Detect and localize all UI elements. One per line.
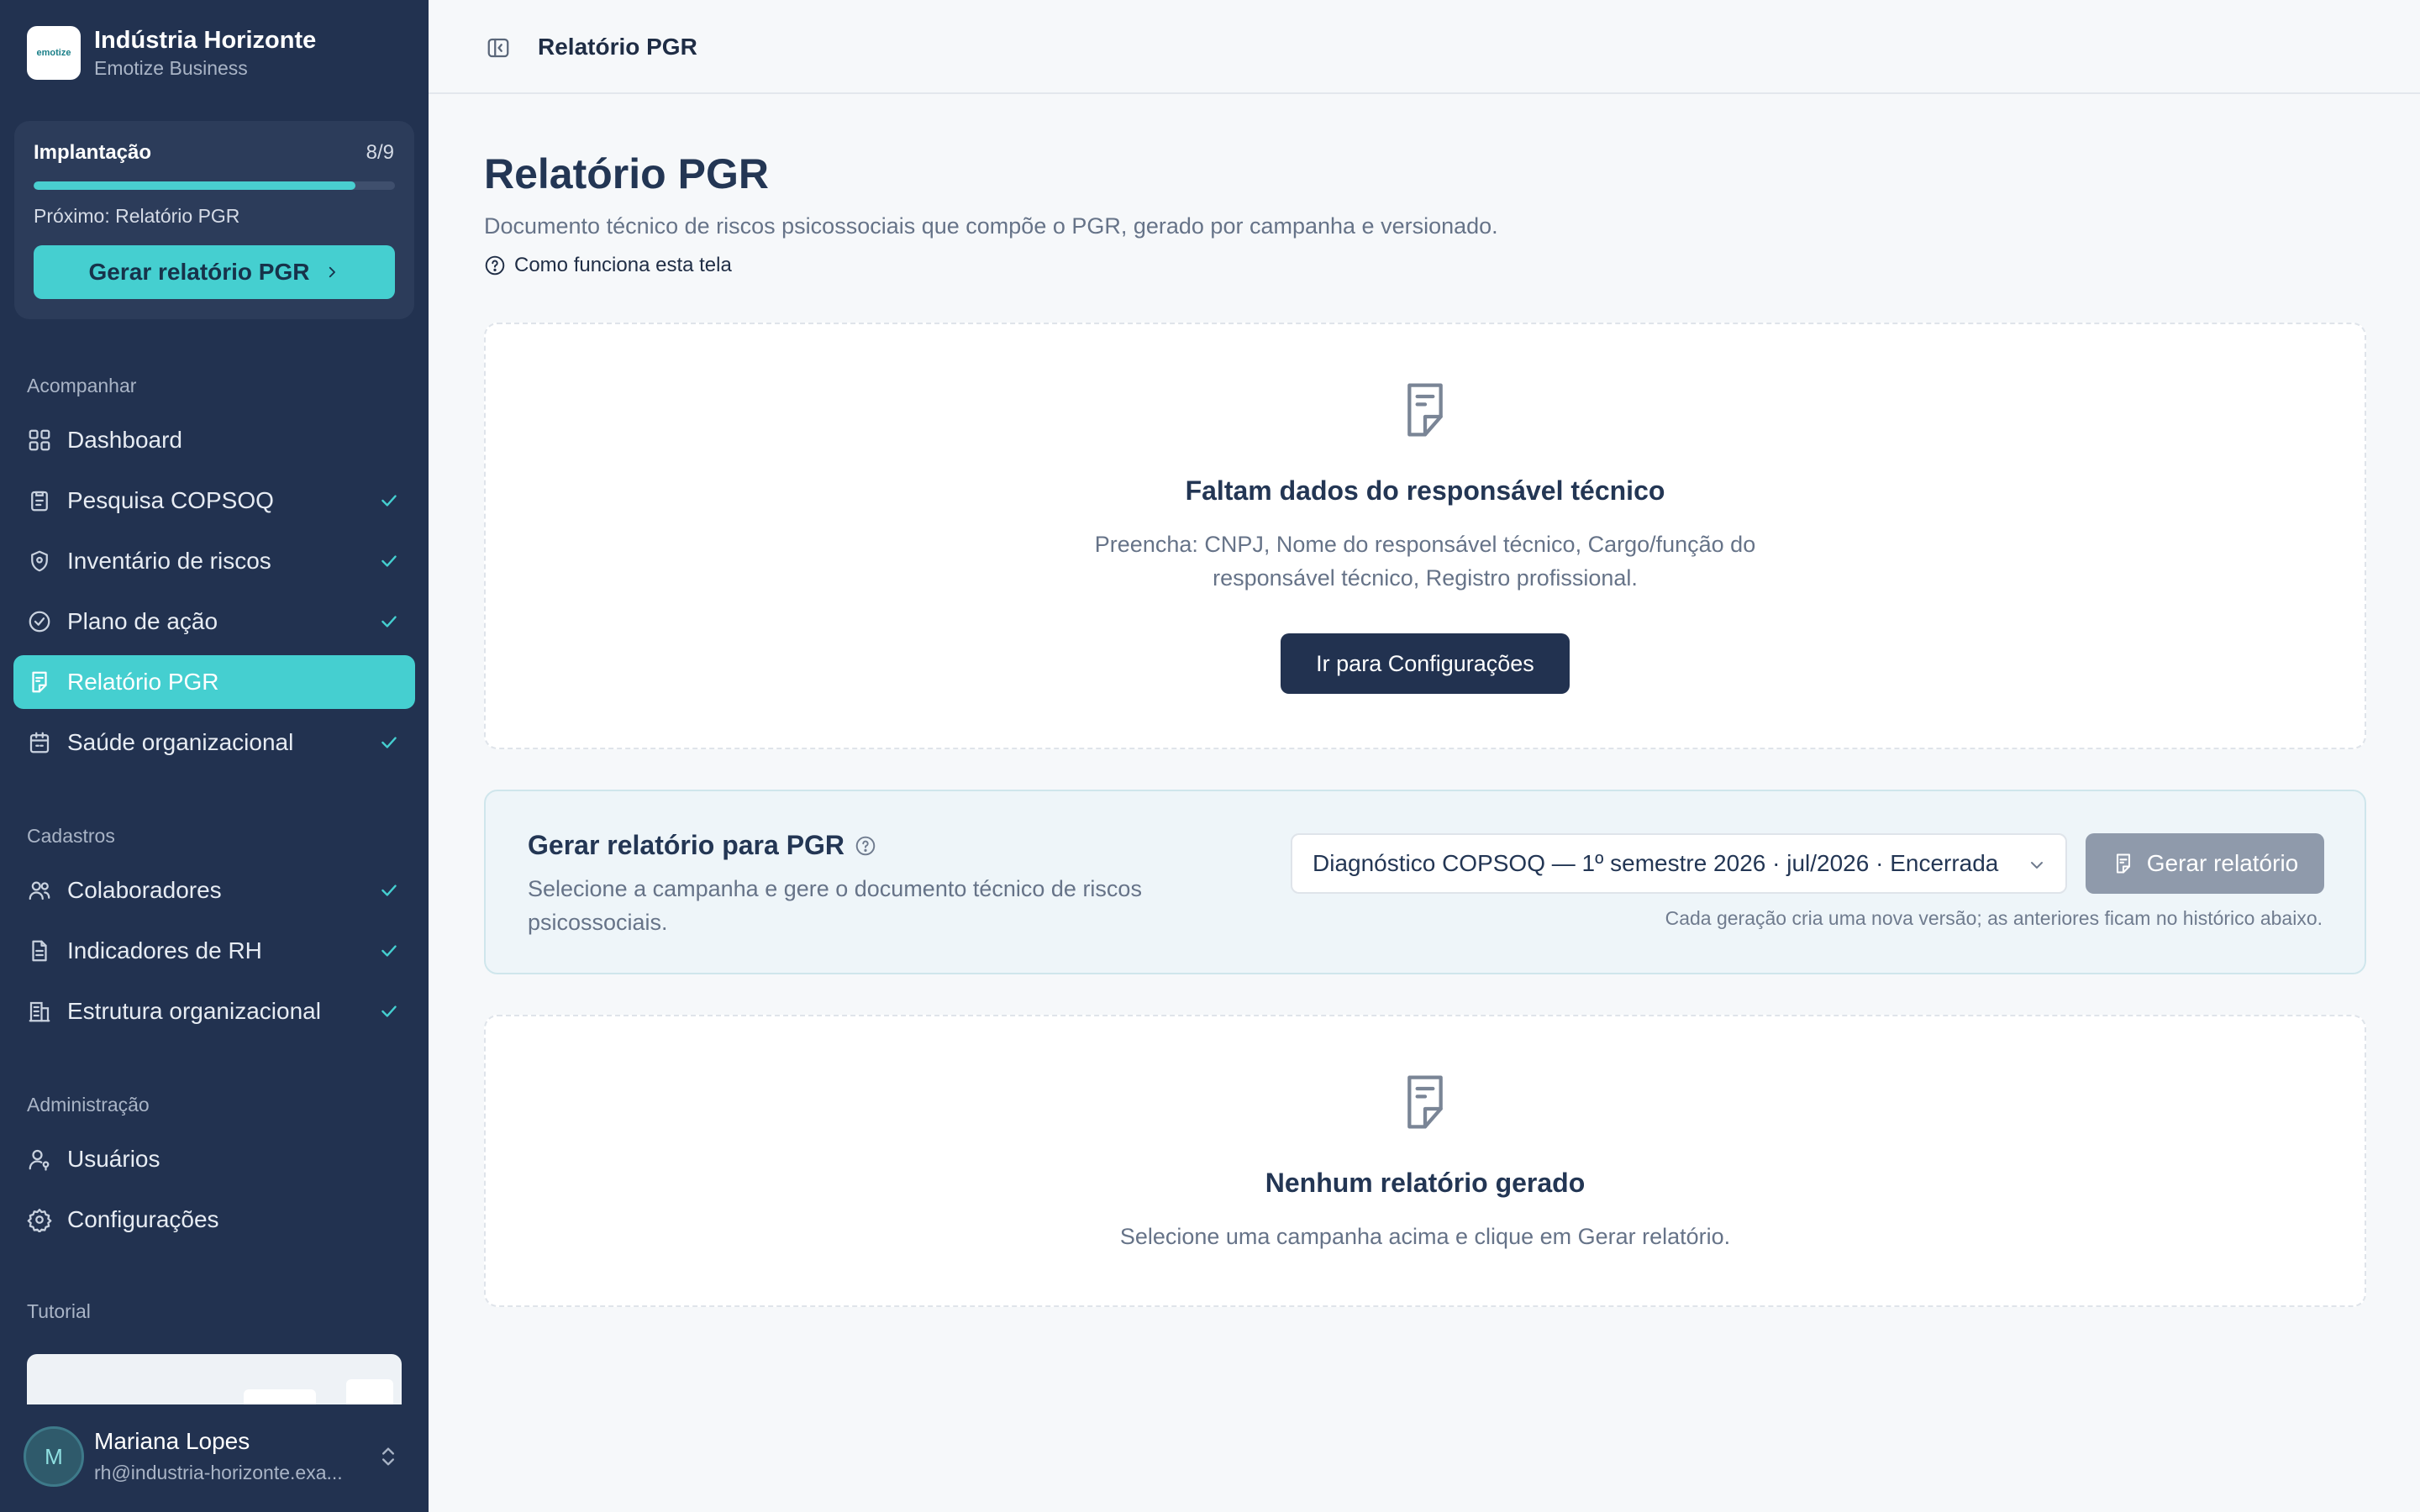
check-icon <box>381 737 397 748</box>
calendar-icon <box>27 730 52 755</box>
chevron-down-icon <box>2031 862 2043 869</box>
check-icon <box>381 616 397 627</box>
gear-icon <box>27 1207 52 1232</box>
building-icon <box>27 999 52 1024</box>
user-email: rh@industria-horizonte.exa... <box>94 1462 343 1483</box>
sidebar-item-plano-acao[interactable]: Plano de ação <box>13 595 415 648</box>
page-subtitle: Documento técnico de riscos psicossociai… <box>484 213 1498 239</box>
missing-technician-card: Faltam dados do responsável técnico Pree… <box>484 323 2366 749</box>
missing-card-title: Faltam dados do responsável técnico <box>1185 475 1665 506</box>
empty-state-text: Selecione uma campanha acima e clique em… <box>1119 1224 1731 1249</box>
sidebar-item-label: Pesquisa COPSOQ <box>67 487 274 513</box>
check-icon <box>381 945 397 957</box>
help-link[interactable]: Como funciona esta tela <box>484 254 732 277</box>
empty-state-title: Nenhum relatório gerado <box>1265 1168 1586 1198</box>
setup-title: Implantação <box>34 141 152 164</box>
sidebar-item-saude-organizacional[interactable]: Saúde organizacional <box>13 716 415 769</box>
org-subtitle: Emotize Business <box>94 57 248 79</box>
thumbnail-shape <box>346 1379 393 1404</box>
document-icon <box>2116 853 2130 874</box>
section-acompanhar: Acompanhar <box>27 375 137 396</box>
section-administracao: Administração <box>27 1094 150 1116</box>
sidebar-item-label: Colaboradores <box>67 877 222 903</box>
check-icon <box>381 885 397 896</box>
user-key-icon <box>27 1147 52 1172</box>
sidebar-item-label: Relatório PGR <box>67 669 219 695</box>
reports-history-empty: Nenhum relatório gerado Selecione uma ca… <box>484 1015 2366 1307</box>
sidebar-item-configuracoes[interactable]: Configurações <box>13 1193 415 1247</box>
check-circle-icon <box>27 609 52 634</box>
sidebar: emotize Indústria Horizonte Emotize Busi… <box>0 0 429 1512</box>
sidebar-item-dashboard[interactable]: Dashboard <box>13 413 415 467</box>
org-name: Indústria Horizonte <box>94 27 317 54</box>
topbar: Relatório PGR <box>429 0 2420 94</box>
help-circle-icon[interactable] <box>855 835 876 857</box>
sidebar-item-pesquisa-copsoq[interactable]: Pesquisa COPSOQ <box>13 474 415 528</box>
check-icon <box>381 1005 397 1017</box>
org-switcher[interactable]: emotize Indústria Horizonte Emotize Busi… <box>27 25 316 81</box>
generate-report-label: Gerar relatório <box>2146 850 2299 876</box>
generate-version-note: Cada geração cria uma nova versão; as an… <box>1665 907 2323 929</box>
logo-text: emotize <box>36 48 71 58</box>
sidebar-toggle-icon[interactable] <box>486 35 511 60</box>
avatar: M <box>24 1426 84 1487</box>
help-circle-icon <box>485 255 505 276</box>
thumbnail-shape <box>244 1389 316 1404</box>
help-link-label: Como funciona esta tela <box>514 254 732 276</box>
setup-progress-fill <box>34 181 355 190</box>
document-icon <box>27 669 52 695</box>
chevrons-up-down-icon <box>382 1447 394 1466</box>
generate-card-title-row: Gerar relatório para PGR <box>528 830 876 861</box>
setup-progress-card: Implantação 8/9 Próximo: Relatório PGR G… <box>14 121 414 319</box>
sidebar-item-colaboradores[interactable]: Colaboradores <box>13 864 415 917</box>
campaign-select[interactable]: Diagnóstico COPSOQ — 1º semestre 2026 · … <box>1291 833 2067 894</box>
grid-icon <box>27 428 52 453</box>
sidebar-item-label: Estrutura organizacional <box>67 998 321 1024</box>
sidebar-item-label: Plano de ação <box>67 608 218 634</box>
setup-next-step: Próximo: Relatório PGR <box>34 205 240 227</box>
sidebar-item-label: Configurações <box>67 1206 219 1232</box>
sidebar-item-relatorio-pgr[interactable]: Relatório PGR <box>13 655 415 709</box>
sidebar-item-label: Indicadores de RH <box>67 937 262 963</box>
sidebar-item-label: Dashboard <box>67 427 182 453</box>
missing-card-text: Preencha: CNPJ, Nome do responsável técn… <box>1094 532 1756 591</box>
user-name: Mariana Lopes <box>94 1428 250 1454</box>
generate-report-button[interactable]: Gerar relatório <box>2086 833 2324 894</box>
clipboard-icon <box>27 488 52 513</box>
sidebar-item-indicadores-rh[interactable]: Indicadores de RH <box>13 924 415 978</box>
tutorial-video-thumbnail[interactable] <box>27 1354 402 1404</box>
go-to-settings-button[interactable]: Ir para Configurações <box>1281 633 1570 694</box>
org-logo: emotize <box>27 26 81 80</box>
sidebar-item-estrutura-organizacional[interactable]: Estrutura organizacional <box>13 984 415 1038</box>
user-menu[interactable]: M Mariana Lopes rh@industria-horizonte.e… <box>0 1404 429 1512</box>
campaign-select-value: Diagnóstico COPSOQ — 1º semestre 2026 · … <box>1313 850 1999 876</box>
generate-report-card: Gerar relatório para PGR Selecione a cam… <box>484 790 2366 974</box>
setup-progress-bar <box>34 181 395 190</box>
setup-count: 8/9 <box>366 141 394 164</box>
users-icon <box>27 878 52 903</box>
check-icon <box>381 555 397 567</box>
check-icon <box>381 495 397 507</box>
page-title: Relatório PGR <box>484 150 769 197</box>
generate-card-subtitle: Selecione a campanha e gere o documento … <box>528 876 1142 935</box>
sidebar-item-label: Saúde organizacional <box>67 729 294 755</box>
generate-pgr-shortcut-button[interactable]: Gerar relatório PGR <box>34 245 395 299</box>
document-icon <box>1407 1075 1443 1129</box>
setup-button-label: Gerar relatório PGR <box>88 259 310 285</box>
breadcrumb-title: Relatório PGR <box>538 34 697 60</box>
generate-card-title: Gerar relatório para PGR <box>528 830 845 860</box>
sidebar-item-usuarios[interactable]: Usuários <box>13 1132 415 1186</box>
document-icon <box>1407 383 1443 437</box>
file-icon <box>27 938 52 963</box>
sidebar-item-inventario-riscos[interactable]: Inventário de riscos <box>13 534 415 588</box>
section-tutorial: Tutorial <box>27 1300 91 1322</box>
shield-icon <box>27 549 52 574</box>
sidebar-item-label: Inventário de riscos <box>67 548 271 574</box>
sidebar-item-label: Usuários <box>67 1146 160 1172</box>
chevron-right-icon <box>329 266 336 278</box>
section-cadastros: Cadastros <box>27 825 115 847</box>
